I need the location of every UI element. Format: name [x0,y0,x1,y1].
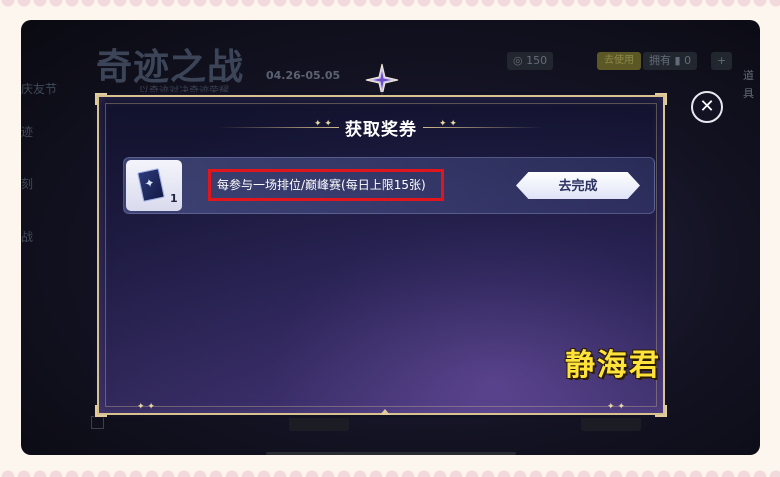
background-button-left [289,415,349,431]
coin-icon: ◎ [513,54,523,67]
background-checkbox[interactable] [91,416,104,429]
props-label[interactable]: 道具 [737,67,760,100]
currency-display: ◎ 150 [507,52,554,70]
dialog-title-row: 获取奖券 [99,115,663,140]
side-tab-battle[interactable]: 战 [21,228,33,245]
corner-ornament [95,93,107,105]
ticket-count: 1 [170,192,178,205]
go-complete-button[interactable]: 去完成 [516,172,640,199]
owned-label: 拥有 [649,54,671,67]
side-tab-festival[interactable]: 庆友节 [21,80,57,97]
home-indicator [266,452,516,455]
event-date-range: 04.26-05.05 [266,69,341,82]
dialog-bottom-ornament [380,409,390,415]
watermark-text: 静海君 [565,348,661,383]
corner-ornament [95,405,107,417]
use-badge[interactable]: 去使用 [597,52,641,70]
ticket-mini-icon: ▮ [674,54,681,67]
sparkle-icon: ✦ ✦ [607,402,625,412]
dialog-title: 获取奖券 [345,120,417,140]
sparkle-icon: ✦ ✦ [137,402,155,412]
background-button-right [581,415,641,431]
star-icon: ✦ [143,175,157,192]
close-icon[interactable]: ✕ [691,91,723,123]
side-tab-miracle[interactable]: 迹 [21,123,33,140]
task-row: ✦ 1 每参与一场排位/巅峰赛(每日上限15张) 去完成 [123,157,655,214]
task-description: 每参与一场排位/巅峰赛(每日上限15张) [208,169,444,201]
owned-count: 0 [684,54,692,67]
currency-value: 150 [526,54,548,67]
corner-ornament [655,93,667,105]
side-tab-moment[interactable]: 刻 [21,175,33,192]
corner-ornament [655,405,667,417]
add-button[interactable]: + [711,52,733,70]
star-crest-icon [365,63,399,97]
ticket-reward: ✦ 1 [126,160,182,211]
ticket-card-icon: ✦ [137,168,165,202]
owned-display: 拥有 ▮ 0 [643,52,698,70]
